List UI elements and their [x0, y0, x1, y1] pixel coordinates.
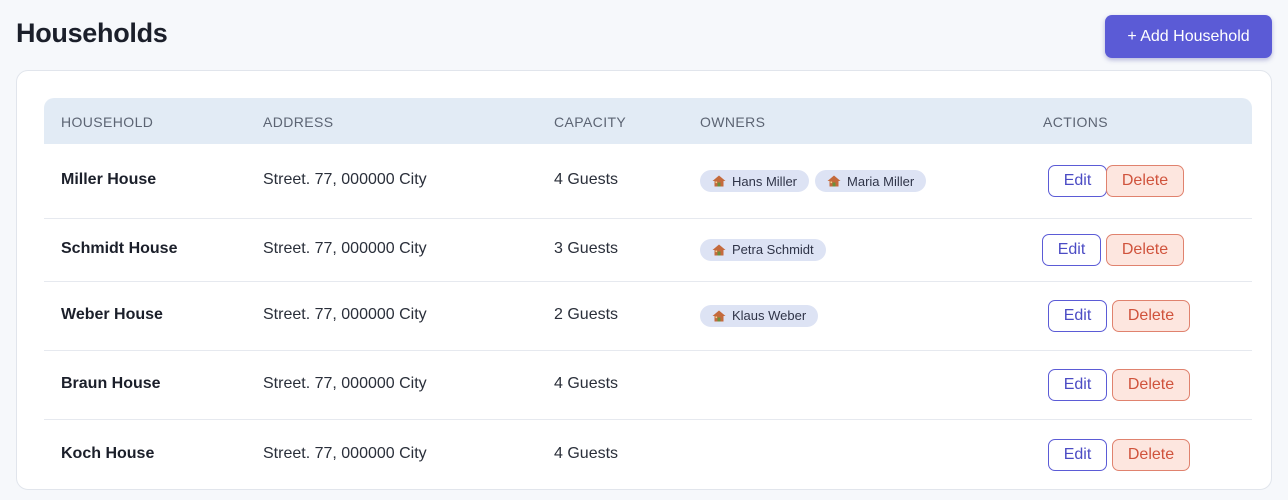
- owner-chip: Hans Miller: [700, 170, 810, 192]
- house-icon: [712, 244, 726, 256]
- owner-chip: Maria Miller: [815, 170, 927, 192]
- column-header-address: ADDRESS: [263, 114, 334, 130]
- delete-button[interactable]: Delete: [1106, 165, 1184, 197]
- household-capacity: 2 Guests: [554, 305, 619, 323]
- household-capacity: 4 Guests: [554, 374, 619, 392]
- owners-list: Klaus Weber: [700, 304, 819, 327]
- household-capacity: 4 Guests: [554, 171, 619, 188]
- table-row: Koch House Street. 77, 000000 City 4 Guest…: [44, 419, 1252, 491]
- page-title: Households: [16, 18, 168, 48]
- edit-button[interactable]: Edit: [1048, 368, 1107, 401]
- column-header-owners: OWNERS: [700, 114, 766, 130]
- table-row: Miller House Street. 77, 000000 City 4 Gue…: [44, 144, 1252, 219]
- column-header-household: HOUSEHOLD: [61, 114, 154, 130]
- households-table-card: HOUSEHOLD ADDRESS CAPACITY OWNERS ACTION…: [16, 70, 1272, 490]
- table-row: Weber House Street. 77, 000000 City 2 Gues…: [44, 281, 1252, 351]
- column-header-capacity: CAPACITY: [554, 114, 627, 130]
- household-name: Braun House: [61, 374, 161, 392]
- table-header: HOUSEHOLD ADDRESS CAPACITY OWNERS ACTION…: [44, 98, 1252, 144]
- owners-list: Hans Miller Maria Miller: [700, 170, 927, 192]
- household-address: Street. 77, 000000 City: [263, 305, 427, 323]
- household-name: Koch House: [61, 445, 155, 462]
- household-address: Street. 77, 000000 City: [263, 445, 427, 462]
- household-address: Street. 77, 000000 City: [263, 374, 427, 392]
- owner-chip: Petra Schmidt: [700, 238, 826, 261]
- delete-button[interactable]: Delete: [1112, 439, 1190, 471]
- household-name: Weber House: [61, 305, 163, 323]
- column-header-actions: ACTIONS: [1043, 114, 1109, 130]
- delete-button[interactable]: Delete: [1112, 368, 1190, 401]
- owners-list: Petra Schmidt: [700, 238, 826, 261]
- house-icon: [712, 175, 726, 187]
- household-address: Street. 77, 000000 City: [263, 171, 427, 188]
- owner-chip: Klaus Weber: [700, 304, 819, 327]
- household-name: Miller House: [61, 171, 157, 188]
- household-name: Schmidt House: [61, 239, 178, 257]
- house-icon: [827, 175, 841, 187]
- owner-name: Klaus Weber: [732, 308, 807, 323]
- household-address: Street. 77, 000000 City: [263, 239, 427, 257]
- edit-button[interactable]: Edit: [1048, 165, 1107, 197]
- table-row: Schmidt House Street. 77, 000000 City 3 Gu…: [44, 218, 1252, 282]
- table-row: Braun House Street. 77, 000000 City 4 Gues…: [44, 350, 1252, 420]
- delete-button[interactable]: Delete: [1112, 299, 1190, 332]
- edit-button[interactable]: Edit: [1048, 439, 1107, 471]
- household-capacity: 3 Guests: [554, 239, 619, 257]
- owner-name: Hans Miller: [732, 173, 798, 189]
- house-icon: [712, 310, 726, 322]
- add-household-button[interactable]: + Add Household: [1105, 15, 1272, 58]
- edit-button[interactable]: Edit: [1042, 233, 1101, 266]
- delete-button[interactable]: Delete: [1106, 233, 1184, 266]
- household-capacity: 4 Guests: [554, 445, 619, 462]
- edit-button[interactable]: Edit: [1048, 299, 1107, 332]
- owner-name: Petra Schmidt: [732, 242, 814, 257]
- owner-name: Maria Miller: [847, 173, 915, 189]
